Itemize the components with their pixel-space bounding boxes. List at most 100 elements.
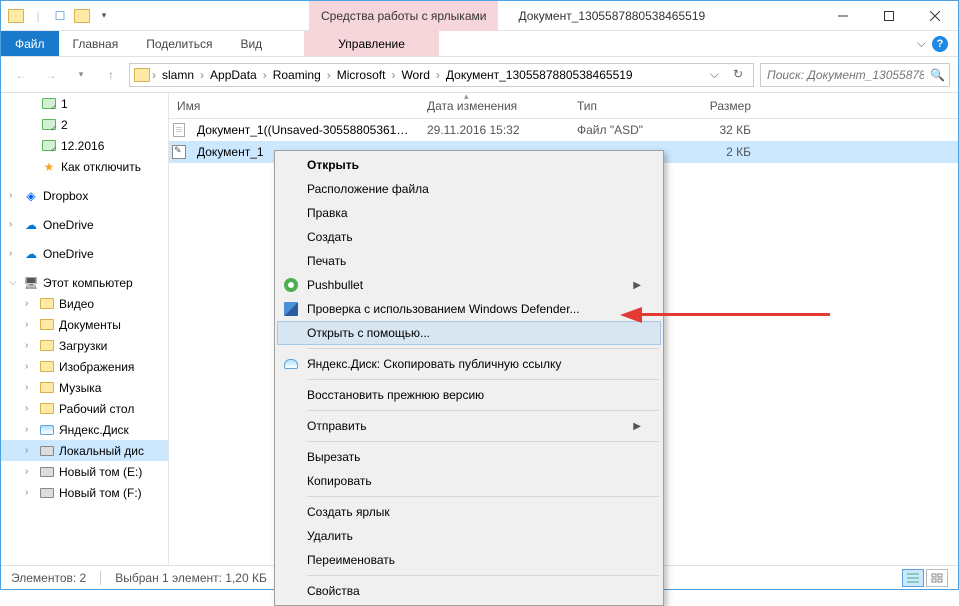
navigation-pane[interactable]: 1212.2016★Как отключить›◈Dropbox›☁OneDri…	[1, 93, 169, 565]
tree-toggle-icon[interactable]: ›	[25, 319, 35, 330]
context-menu-item[interactable]: Проверка с использованием Windows Defend…	[277, 297, 661, 321]
context-menu-item[interactable]: Открыть с помощью...	[277, 321, 661, 345]
close-button[interactable]	[912, 1, 958, 31]
address-dropdown-icon[interactable]: ⌵	[704, 67, 725, 82]
chevron-right-icon[interactable]: ›	[391, 68, 395, 82]
chevron-right-icon[interactable]: ›	[327, 68, 331, 82]
context-menu: ОткрытьРасположение файлаПравкаСоздатьПе…	[274, 150, 664, 606]
tree-toggle-icon[interactable]: ›	[25, 445, 35, 456]
sidebar-item[interactable]: ›Загрузки	[1, 335, 168, 356]
context-menu-item[interactable]: Переименовать	[277, 548, 661, 572]
context-menu-item[interactable]: Удалить	[277, 524, 661, 548]
sidebar-item[interactable]: ›☁OneDrive	[1, 214, 168, 235]
sidebar-item[interactable]: ›Новый том (F:)	[1, 482, 168, 503]
tree-toggle-icon[interactable]: ›	[9, 190, 19, 201]
context-menu-item[interactable]: Восстановить прежнюю версию	[277, 383, 661, 407]
ribbon-tab-file[interactable]: Файл	[1, 31, 59, 56]
sidebar-item[interactable]: ›☁OneDrive	[1, 243, 168, 264]
context-menu-label: Открыть	[307, 158, 359, 172]
context-menu-item[interactable]: Открыть	[277, 153, 661, 177]
tree-toggle-icon[interactable]: ⌵	[9, 277, 19, 288]
breadcrumb[interactable]: Microsoft	[333, 68, 390, 82]
nav-up-button[interactable]: ↑	[99, 63, 123, 87]
chevron-right-icon[interactable]: ›	[263, 68, 267, 82]
context-menu-item[interactable]: Отправить▶	[277, 414, 661, 438]
sidebar-item[interactable]: ›Видео	[1, 293, 168, 314]
yandex-disk-icon	[283, 356, 299, 372]
sidebar-item[interactable]: ›◈Dropbox	[1, 185, 168, 206]
search-icon[interactable]: 🔍	[930, 68, 945, 82]
sidebar-item[interactable]: ★Как отключить	[1, 156, 168, 177]
sidebar-item[interactable]: ›Рабочий стол	[1, 398, 168, 419]
tree-toggle-icon[interactable]: ›	[9, 219, 19, 230]
tree-toggle-icon[interactable]: ›	[25, 403, 35, 414]
context-menu-item[interactable]: Создать ярлык	[277, 500, 661, 524]
ribbon-tab-home[interactable]: Главная	[59, 31, 133, 56]
nav-forward-button[interactable]: →	[39, 63, 63, 87]
dropbox-icon: ◈	[23, 188, 39, 204]
chevron-right-icon[interactable]: ›	[152, 68, 156, 82]
folder-icon[interactable]	[7, 7, 25, 25]
nav-back-button[interactable]: ←	[9, 63, 33, 87]
maximize-button[interactable]	[866, 1, 912, 31]
tree-toggle-icon[interactable]: ›	[25, 298, 35, 309]
ribbon-tab-view[interactable]: Вид	[226, 31, 276, 56]
new-folder-icon[interactable]	[73, 7, 91, 25]
ribbon-tab-share[interactable]: Поделиться	[132, 31, 226, 56]
sidebar-item[interactable]: › Локальный дис	[1, 440, 168, 461]
context-menu-item[interactable]: Pushbullet▶	[277, 273, 661, 297]
sidebar-item-label: OneDrive	[43, 218, 94, 232]
column-date[interactable]: Дата изменения	[419, 99, 569, 113]
sidebar-item[interactable]: ›Музыка	[1, 377, 168, 398]
chevron-right-icon[interactable]: ›	[200, 68, 204, 82]
sidebar-item[interactable]: 2	[1, 114, 168, 135]
tree-toggle-icon[interactable]: ›	[25, 340, 35, 351]
address-bar[interactable]: › slamn › AppData › Roaming › Microsoft …	[129, 63, 754, 87]
breadcrumb[interactable]: Документ_1305587880538465519	[442, 68, 637, 82]
tree-toggle-icon[interactable]: ›	[25, 361, 35, 372]
properties-icon[interactable]: ☐	[51, 7, 69, 25]
ribbon-expand-icon[interactable]: ⌵	[917, 36, 926, 51]
ribbon-tab-manage[interactable]: Управление	[304, 31, 439, 56]
sidebar-item-this-pc[interactable]: ⌵🖥Этот компьютер	[1, 272, 168, 293]
tree-toggle-icon[interactable]: ›	[25, 487, 35, 498]
context-menu-item[interactable]: Яндекс.Диск: Скопировать публичную ссылк…	[277, 352, 661, 376]
chevron-right-icon[interactable]: ›	[436, 68, 440, 82]
context-menu-item[interactable]: Правка	[277, 201, 661, 225]
sidebar-item[interactable]: 12.2016	[1, 135, 168, 156]
search-input[interactable]	[767, 68, 924, 82]
sidebar-item[interactable]: 1	[1, 93, 168, 114]
context-menu-item[interactable]: Печать	[277, 249, 661, 273]
sidebar-item[interactable]: ›Яндекс.Диск	[1, 419, 168, 440]
breadcrumb[interactable]: AppData	[206, 68, 261, 82]
refresh-icon[interactable]: ↻	[727, 67, 749, 82]
help-icon[interactable]: ?	[932, 36, 948, 52]
context-menu-item[interactable]: Свойства	[277, 579, 661, 603]
sidebar-item-label: Локальный дис	[59, 444, 144, 458]
breadcrumb[interactable]: Word	[397, 68, 433, 82]
sidebar-item[interactable]: ›Новый том (E:)	[1, 461, 168, 482]
qat-dropdown-icon[interactable]: ▾	[95, 7, 113, 25]
breadcrumb[interactable]: Roaming	[269, 68, 325, 82]
minimize-button[interactable]	[820, 1, 866, 31]
sidebar-item-label: 1	[61, 97, 68, 111]
view-details-button[interactable]	[902, 569, 924, 587]
column-name[interactable]: Имя	[169, 99, 419, 113]
tree-toggle-icon[interactable]: ›	[9, 248, 19, 259]
context-menu-item[interactable]: Создать	[277, 225, 661, 249]
file-row[interactable]: Документ_1((Unsaved-305588053610638...29…	[169, 119, 958, 141]
context-menu-item[interactable]: Расположение файла	[277, 177, 661, 201]
context-menu-item[interactable]: Вырезать	[277, 445, 661, 469]
tree-toggle-icon[interactable]: ›	[25, 466, 35, 477]
sidebar-item[interactable]: ›Документы	[1, 314, 168, 335]
sidebar-item[interactable]: ›Изображения	[1, 356, 168, 377]
context-menu-item[interactable]: Копировать	[277, 469, 661, 493]
column-size[interactable]: Размер	[679, 99, 759, 113]
nav-recent-dropdown[interactable]: ▾	[69, 63, 93, 87]
column-type[interactable]: Тип	[569, 99, 679, 113]
search-box[interactable]: 🔍	[760, 63, 950, 87]
view-large-icons-button[interactable]	[926, 569, 948, 587]
breadcrumb[interactable]: slamn	[158, 68, 198, 82]
tree-toggle-icon[interactable]: ›	[25, 424, 35, 435]
tree-toggle-icon[interactable]: ›	[25, 382, 35, 393]
